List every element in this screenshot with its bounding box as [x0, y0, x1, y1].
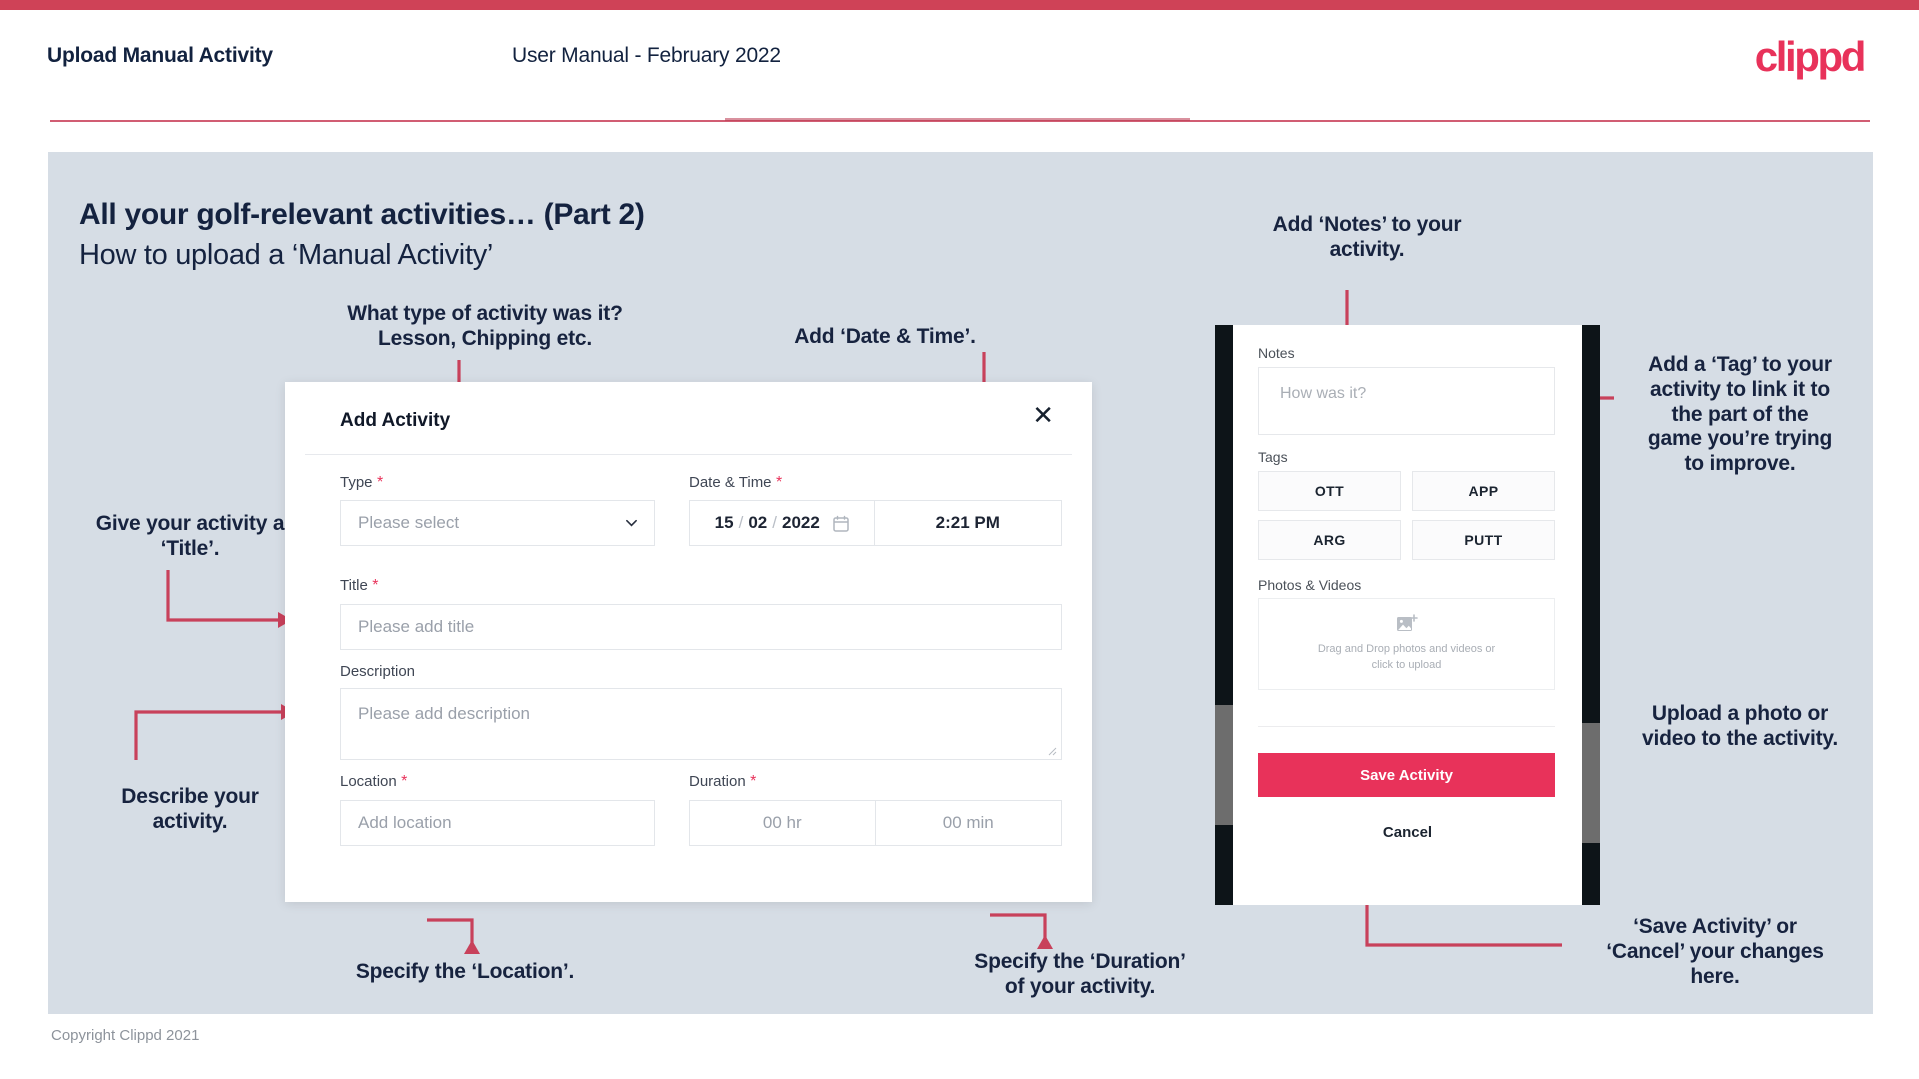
add-image-icon — [1396, 614, 1418, 632]
phone-volume-button-left — [1215, 705, 1233, 825]
title-label-text: Title — [340, 577, 368, 594]
top-accent-bar — [0, 0, 1919, 10]
cancel-button[interactable]: Cancel — [1233, 824, 1582, 841]
location-label: Location * — [340, 773, 407, 791]
location-label-text: Location — [340, 773, 397, 790]
phone-divider — [1258, 726, 1555, 727]
add-activity-dialog: Add Activity ✕ Type * Please select Date… — [285, 382, 1092, 902]
date-sep-1: / — [738, 513, 744, 532]
chevron-down-icon — [626, 519, 637, 527]
tag-button-putt[interactable]: PUTT — [1412, 520, 1555, 560]
type-select[interactable]: Please select — [340, 500, 655, 546]
datetime-label: Date & Time * — [689, 474, 782, 492]
duration-label: Duration * — [689, 773, 756, 791]
title-label: Title * — [340, 577, 378, 595]
type-label: Type * — [340, 474, 383, 492]
annotation-tags: Add a ‘Tag’ to your activity to link it t… — [1647, 353, 1833, 476]
slide-title: All your golf-relevant activities… (Part… — [79, 198, 645, 231]
annotation-photos: Upload a photo or video to the activity. — [1642, 702, 1838, 750]
annotation-location: Specify the ‘Location’. — [355, 960, 575, 983]
duration-minutes-input[interactable]: 00 min — [876, 801, 1062, 845]
description-placeholder: Please add description — [358, 704, 531, 723]
annotation-datetime: Add ‘Date & Time’. — [794, 325, 976, 348]
tag-button-arg[interactable]: ARG — [1258, 520, 1401, 560]
location-input[interactable]: Add location — [340, 800, 655, 846]
calendar-icon[interactable] — [833, 515, 849, 532]
dialog-title: Add Activity — [340, 410, 451, 431]
dropzone-line-2: click to upload — [1371, 659, 1442, 671]
required-marker: * — [372, 474, 384, 491]
time-input[interactable]: 2:21 PM — [875, 501, 1062, 545]
type-placeholder: Please select — [358, 513, 460, 532]
required-marker: * — [367, 577, 379, 594]
phone-screen: Notes How was it? Tags OTT APP ARG PUTT … — [1233, 325, 1582, 905]
header-divider-overlap — [725, 118, 1190, 121]
annotation-type: What type of activity was it? Lesson, Chi… — [347, 302, 623, 350]
header-subtitle: User Manual - February 2022 — [512, 44, 781, 67]
annotation-save: ‘Save Activity’ or ‘Cancel’ your changes h… — [1606, 915, 1824, 988]
dropzone-line-1: Drag and Drop photos and videos or — [1317, 643, 1496, 656]
type-label-text: Type — [340, 474, 373, 491]
location-placeholder: Add location — [358, 813, 452, 832]
clippd-logo: clippd — [1754, 33, 1867, 80]
notes-label: Notes — [1258, 345, 1295, 361]
notes-placeholder: How was it? — [1280, 385, 1367, 402]
date-year: 2022 — [781, 513, 820, 532]
required-marker: * — [745, 773, 757, 790]
description-textarea[interactable]: Please add description — [340, 688, 1062, 760]
date-day: 15 — [714, 513, 734, 532]
phone-mockup: Notes How was it? Tags OTT APP ARG PUTT … — [1215, 325, 1600, 905]
close-icon[interactable]: ✕ — [1032, 402, 1054, 428]
date-month: 02 — [748, 513, 768, 532]
duration-hours-input[interactable]: 00 hr — [690, 801, 876, 845]
slide-subtitle: How to upload a ‘Manual Activity’ — [79, 239, 494, 271]
phone-power-button-right — [1582, 723, 1600, 843]
tag-button-ott[interactable]: OTT — [1258, 471, 1401, 511]
tag-button-app[interactable]: APP — [1412, 471, 1555, 511]
title-placeholder: Please add title — [358, 617, 475, 636]
photos-label: Photos & Videos — [1258, 577, 1362, 593]
duration-group: 00 hr 00 min — [689, 800, 1062, 846]
title-input[interactable]: Please add title — [340, 604, 1062, 650]
datetime-label-text: Date & Time — [689, 474, 772, 491]
slide-page: Upload Manual Activity User Manual - Feb… — [0, 0, 1919, 1079]
dialog-header-divider — [305, 454, 1072, 455]
tags-label: Tags — [1258, 449, 1288, 465]
required-marker: * — [771, 474, 783, 491]
annotation-notes: Add ‘Notes’ to your activity. — [1272, 213, 1462, 261]
header-title: Upload Manual Activity — [47, 44, 273, 67]
dropzone-text: Drag and Drop photos and videos or click… — [1318, 642, 1495, 674]
required-marker: * — [396, 773, 408, 790]
datetime-group: 15 / 02 / 2022 2:21 PM — [689, 500, 1062, 546]
annotation-duration: Specify the ‘Duration’ of your activity. — [974, 950, 1186, 998]
copyright-footer: Copyright Clippd 2021 — [51, 1027, 200, 1044]
photo-dropzone[interactable]: Drag and Drop photos and videos or click… — [1258, 598, 1555, 690]
date-sep-2: / — [772, 513, 777, 532]
save-activity-button[interactable]: Save Activity — [1258, 753, 1555, 797]
date-input[interactable]: 15 / 02 / 2022 — [690, 501, 875, 545]
duration-label-text: Duration — [689, 773, 746, 790]
resize-grip-icon[interactable] — [1047, 746, 1057, 756]
description-label: Description — [340, 663, 416, 680]
